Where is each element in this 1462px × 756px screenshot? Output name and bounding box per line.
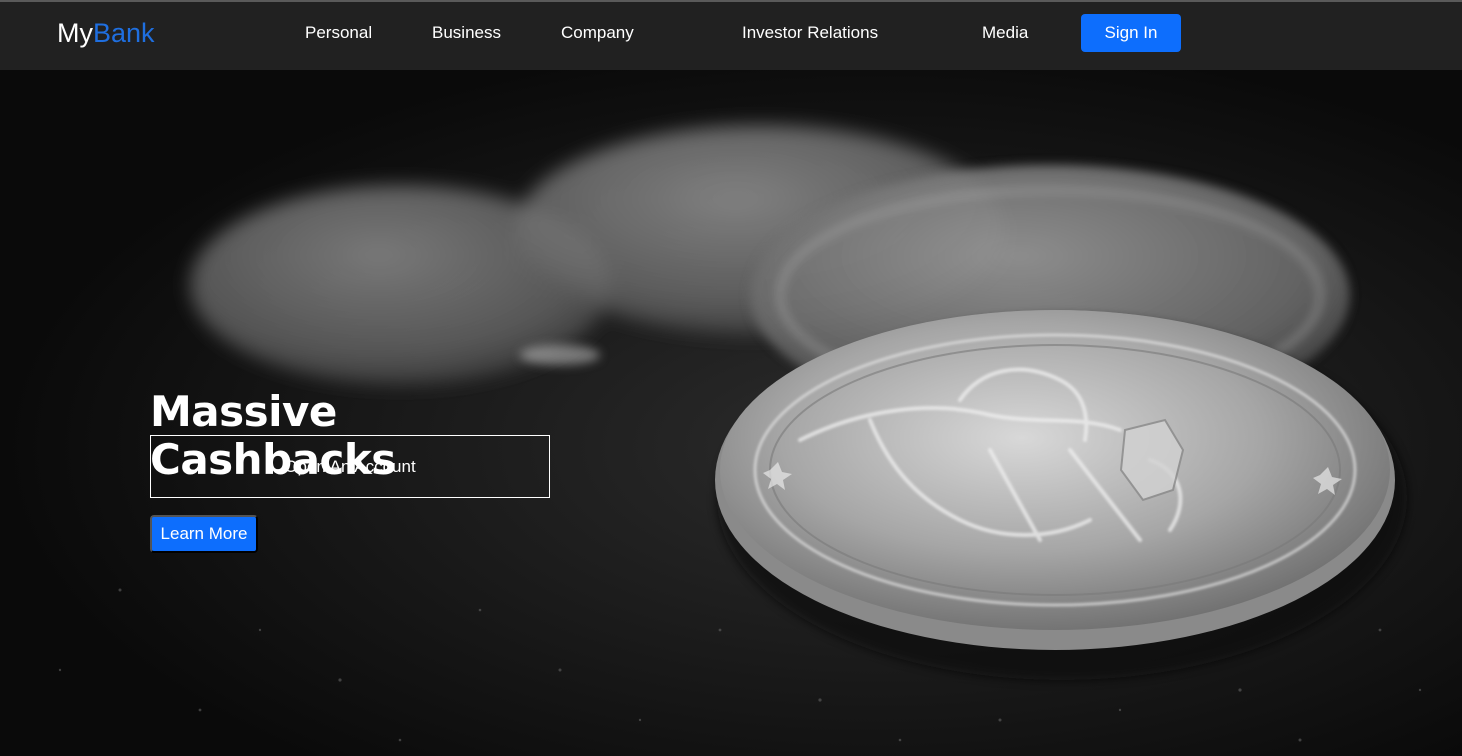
foreground-coin: [715, 310, 1407, 680]
nav-media[interactable]: Media: [982, 23, 1028, 43]
open-account-button[interactable]: Open An Account: [150, 435, 550, 498]
nav-business[interactable]: Business: [432, 23, 501, 43]
logo-accent: Bank: [93, 18, 155, 48]
sign-in-button[interactable]: Sign In: [1081, 14, 1181, 52]
nav-company[interactable]: Company: [561, 23, 634, 43]
nav-personal[interactable]: Personal: [305, 23, 372, 43]
brand-logo[interactable]: MyBank: [57, 17, 155, 49]
logo-prefix: My: [57, 18, 93, 48]
nav-investor-relations[interactable]: Investor Relations: [742, 23, 878, 43]
headline-line-1: Massive: [150, 387, 337, 436]
hero-section: Massive Cashbacks: [0, 70, 1462, 756]
page: MyBank Personal Business Company Investo…: [0, 0, 1462, 756]
navbar: MyBank Personal Business Company Investo…: [0, 2, 1462, 70]
learn-more-button[interactable]: Learn More: [150, 515, 258, 553]
top-border: [0, 0, 1462, 2]
